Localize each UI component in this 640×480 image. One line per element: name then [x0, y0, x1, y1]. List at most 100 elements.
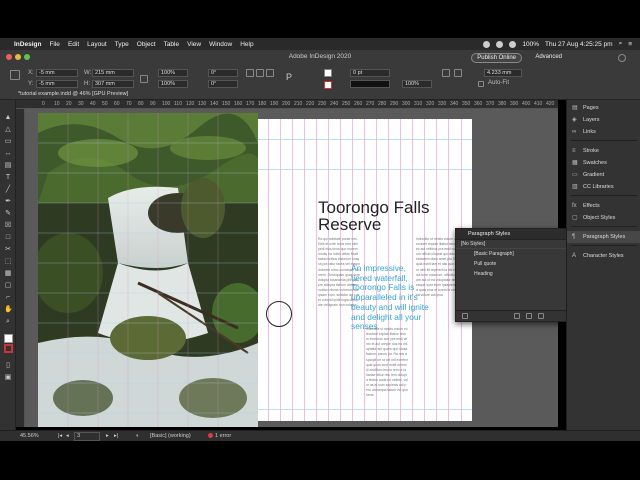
opacity-field[interactable]: 100%	[402, 80, 432, 88]
battery-percent[interactable]: 100%	[522, 41, 539, 48]
dock-item-effects[interactable]: fx Effects	[567, 200, 640, 212]
gradient-tool-icon[interactable]: ▦	[4, 270, 12, 278]
workspace-switcher[interactable]: Advanced	[535, 54, 562, 60]
note-tool-icon[interactable]: ▢	[4, 282, 12, 290]
fill-color-icon[interactable]	[4, 334, 13, 343]
dock-item-cc-libraries[interactable]: ▥ CC Libraries	[567, 181, 640, 193]
menu-view[interactable]: View	[187, 41, 201, 48]
dock-item-layers[interactable]: ◈ Layers	[567, 114, 640, 126]
preflight-icon[interactable]: ◐	[136, 432, 139, 441]
stroke-weight-field[interactable]: 0 pt	[350, 69, 390, 77]
dock-item-links[interactable]: ∞ Links	[567, 126, 640, 138]
menu-window[interactable]: Window	[209, 41, 232, 48]
style-item[interactable]: [Basic Paragraph]	[456, 249, 566, 259]
menu-table[interactable]: Table	[164, 41, 180, 48]
preflight-errors[interactable]: 1 error	[208, 432, 231, 441]
stroke-swatch-icon[interactable]	[324, 81, 332, 89]
line-tool-icon[interactable]: ╱	[4, 186, 12, 194]
pen-tool-icon[interactable]: ✒	[4, 198, 12, 206]
record-icon[interactable]	[483, 40, 491, 48]
scale-y-field[interactable]: 100%	[158, 80, 188, 88]
dock-item-object-styles[interactable]: ▢ Object Styles	[567, 212, 640, 224]
document-tab[interactable]: *tutorial example.indd @ 46% [GPU Previe…	[18, 91, 128, 100]
menu-help[interactable]: Help	[240, 41, 253, 48]
new-style-icon[interactable]	[526, 313, 532, 319]
rotate-ccw-icon[interactable]	[256, 69, 264, 77]
preflight-profile[interactable]: [Basic] (working)	[150, 432, 191, 441]
wifi-icon[interactable]	[509, 40, 517, 48]
shear-field[interactable]: 0°	[208, 80, 238, 88]
screen-mode-icon[interactable]: ▣	[4, 374, 12, 382]
rectangle-frame-tool-icon[interactable]: ☒	[4, 222, 12, 230]
rotation-field[interactable]: 0°	[208, 69, 238, 77]
style-item[interactable]: Heading	[456, 269, 566, 279]
constrain-proportions-icon[interactable]	[140, 75, 148, 83]
text-wrap-icon[interactable]	[442, 69, 450, 77]
dock-item-stroke[interactable]: ≡ Stroke	[567, 145, 640, 157]
formatting-container-icon[interactable]: ▯	[4, 362, 12, 370]
horizontal-ruler[interactable]: 0 10 20 30 40 50 60 70 80 90 100 110 120…	[16, 100, 558, 109]
body-text-column-2[interactable]: Imincillor ut nestis volum volecuberi ex…	[366, 327, 408, 415]
menu-list-icon[interactable]: ≡	[628, 41, 632, 48]
y-position-field[interactable]: -5 mm	[36, 80, 78, 88]
menu-object[interactable]: Object	[137, 41, 156, 48]
x-position-field[interactable]: -5 mm	[36, 69, 78, 77]
dock-item-gradient[interactable]: ▭ Gradient	[567, 169, 640, 181]
vertical-ruler[interactable]	[16, 109, 25, 427]
first-page-icon[interactable]: |◂	[58, 432, 62, 441]
reference-point-icon[interactable]	[10, 70, 20, 80]
zoom-tool-icon[interactable]: ⌕	[4, 318, 12, 326]
gap-field[interactable]: 4.233 mm	[484, 69, 522, 77]
cloud-icon[interactable]	[496, 40, 504, 48]
menu-layout[interactable]: Layout	[87, 41, 107, 48]
eyedropper-tool-icon[interactable]: ⌐	[4, 294, 12, 302]
free-transform-tool-icon[interactable]: ⬚	[4, 258, 12, 266]
menu-type[interactable]: Type	[115, 41, 129, 48]
height-field[interactable]: 307 mm	[92, 80, 134, 88]
trash-icon[interactable]	[538, 313, 544, 319]
rotate-cw-icon[interactable]	[246, 69, 254, 77]
type-tool-icon[interactable]: T	[4, 174, 12, 182]
waterfall-photo[interactable]	[38, 113, 258, 427]
last-page-icon[interactable]: ▸|	[114, 432, 118, 441]
dock-item-paragraph-styles[interactable]: ¶ Paragraph Styles	[567, 231, 640, 243]
selection-tool-icon[interactable]: ▲	[4, 114, 12, 122]
align-icon[interactable]	[454, 69, 462, 77]
dock-item-swatches[interactable]: ▦ Swatches	[567, 157, 640, 169]
scale-x-field[interactable]: 100%	[158, 69, 188, 77]
style-item[interactable]: Pull quote	[456, 259, 566, 269]
paragraph-styles-panel[interactable]: Paragraph Styles [No Styles] [Basic Para…	[455, 228, 567, 322]
zoom-level[interactable]: 45.56%	[20, 432, 39, 441]
folder-icon[interactable]	[514, 313, 520, 319]
page-number-field[interactable]: 3	[74, 432, 100, 441]
dock-item-character-styles[interactable]: A Character Styles	[567, 250, 640, 262]
menu-file[interactable]: File	[49, 41, 59, 48]
width-field[interactable]: 215 mm	[92, 69, 134, 77]
menu-app-name[interactable]: InDesign	[14, 41, 41, 48]
content-collector-icon[interactable]: ▤	[4, 162, 12, 170]
gap-tool-icon[interactable]: ↔	[4, 150, 12, 158]
rectangle-tool-icon[interactable]: □	[4, 234, 12, 242]
body-text-column-3[interactable]: Imincillor ut nestis volum volecuberi ex…	[416, 237, 460, 415]
panel-title[interactable]: Paragraph Styles	[456, 229, 566, 240]
search-help-icon[interactable]	[618, 54, 626, 62]
clock[interactable]: Thu 27 Aug 4:25:25 pm	[545, 41, 613, 48]
hand-tool-icon[interactable]: ✋	[4, 306, 13, 314]
menu-edit[interactable]: Edit	[68, 41, 79, 48]
stroke-color-icon[interactable]	[4, 344, 13, 353]
flip-horizontal-icon[interactable]	[266, 69, 274, 77]
autofit-checkbox[interactable]	[478, 81, 484, 87]
pencil-tool-icon[interactable]: ✎	[4, 210, 12, 218]
prev-page-icon[interactable]: ◂	[66, 432, 69, 441]
page-headline[interactable]: Toorongo Falls Reserve	[318, 199, 468, 233]
direct-selection-tool-icon[interactable]: △	[4, 126, 12, 134]
clear-overrides-icon[interactable]	[462, 313, 468, 319]
search-icon[interactable]: ⌕	[619, 40, 623, 48]
document-page[interactable]: Toorongo Falls Reserve Ra qui nobitate p…	[258, 119, 472, 421]
stroke-type-dropdown[interactable]	[350, 80, 390, 88]
paragraph-mark-icon[interactable]: P	[286, 72, 296, 84]
dock-item-pages[interactable]: ▤ Pages	[567, 102, 640, 114]
fill-swatch-icon[interactable]	[324, 69, 332, 77]
publish-online-button[interactable]: Publish Online	[471, 53, 522, 63]
page-tool-icon[interactable]: ▭	[4, 138, 12, 146]
